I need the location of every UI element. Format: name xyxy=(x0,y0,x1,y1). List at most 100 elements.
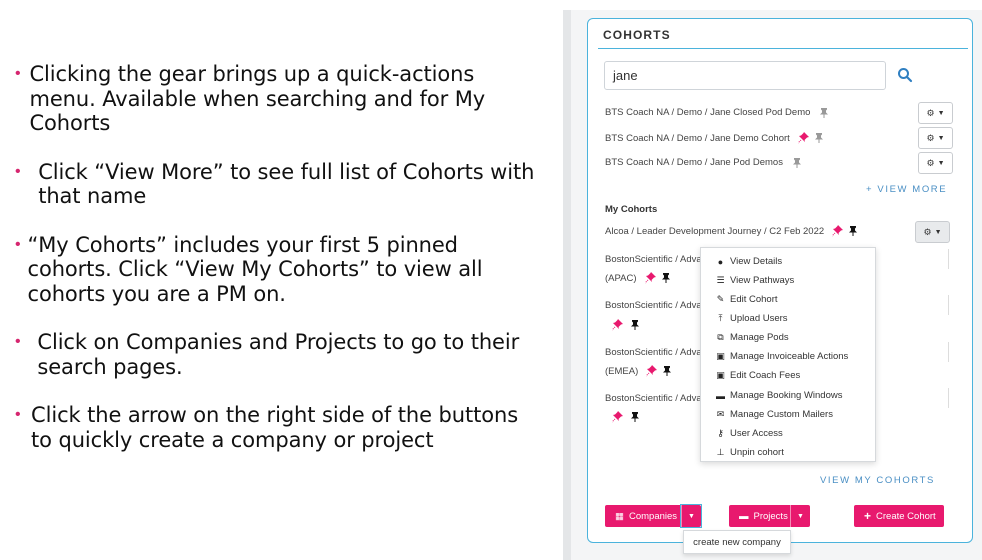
caret-down-icon: ▼ xyxy=(937,109,945,117)
pinned-icon[interactable] xyxy=(663,366,672,376)
view-more-link[interactable]: + VIEW MORE xyxy=(866,184,947,195)
my-cohort-label[interactable]: Alcoa / Leader Development Journey / C2 … xyxy=(605,226,824,237)
menu-item-label[interactable]: Edit Cohort xyxy=(730,294,778,305)
caret-down-icon: ▼ xyxy=(934,228,942,236)
pink-pin-icon[interactable] xyxy=(644,272,656,284)
search-result-row[interactable]: BTS Coach NA / Demo / Jane Closed Pod De… xyxy=(605,107,829,118)
menu-item-label[interactable]: Upload Users xyxy=(730,313,788,324)
caret-down-icon: ▼ xyxy=(937,134,945,142)
key-icon: ⚷ xyxy=(717,428,724,438)
gear-icon: ⚙ xyxy=(926,157,935,168)
search-result-label[interactable]: BTS Coach NA / Demo / Jane Closed Pod De… xyxy=(605,107,810,118)
my-cohort-label[interactable]: BostonScientific / Adva xyxy=(605,393,702,404)
companies-button-label[interactable]: Companies xyxy=(629,511,677,522)
menu-item-edit-coach-fees[interactable]: ▣ Edit Coach Fees xyxy=(715,370,800,381)
projects-dropdown-toggle[interactable]: ▼ xyxy=(790,505,810,527)
menu-item-manage-pods[interactable]: ⧉ Manage Pods xyxy=(715,332,789,343)
gear-icon: ⚙ xyxy=(926,132,935,143)
search-icon[interactable] xyxy=(897,67,913,83)
row-divider xyxy=(948,342,949,362)
pink-pin-icon[interactable] xyxy=(832,225,844,237)
menu-item-view-details[interactable]: ● View Details xyxy=(715,256,782,267)
bullet-dot: • xyxy=(15,406,21,423)
companies-button[interactable]: ▦ Companies ▼ xyxy=(605,504,702,528)
my-cohort-row[interactable]: (APAC) xyxy=(605,272,670,284)
bullet-item: • Clicking the gear brings up a quick-ac… xyxy=(14,62,544,136)
my-cohort-label[interactable]: (EMEA) xyxy=(605,366,638,377)
create-cohort-button-label[interactable]: Create Cohort xyxy=(876,511,936,522)
menu-item-upload-users[interactable]: ⤒ Upload Users xyxy=(715,313,788,324)
menu-item-label[interactable]: Edit Coach Fees xyxy=(730,370,800,381)
create-cohort-button[interactable]: + Create Cohort xyxy=(854,505,944,527)
bullet-item: • “My Cohorts” includes your first 5 pin… xyxy=(14,233,544,307)
menu-item-unpin-cohort[interactable]: ⊥ Unpin cohort xyxy=(715,447,784,458)
panel-title: COHORTS xyxy=(603,28,671,42)
edit-icon: ✎ xyxy=(716,294,725,304)
my-cohort-row[interactable] xyxy=(612,411,639,423)
pink-pin-icon[interactable] xyxy=(646,365,658,377)
pink-pin-icon[interactable] xyxy=(797,132,809,144)
gear-menu-button[interactable]: ⚙ ▼ xyxy=(918,127,953,149)
companies-dropdown-toggle[interactable]: ▼ xyxy=(680,504,702,528)
gear-menu-button[interactable]: ⚙ ▼ xyxy=(918,152,953,174)
bullet-text: Clicking the gear brings up a quick-acti… xyxy=(29,62,486,135)
menu-item-user-access[interactable]: ⚷ User Access xyxy=(715,428,783,439)
menu-item-edit-cohort[interactable]: ✎ Edit Cohort xyxy=(715,294,778,305)
my-cohorts-heading: My Cohorts xyxy=(605,204,658,215)
gear-menu-button[interactable]: ⚙ ▼ xyxy=(918,102,953,124)
bullet-item: • Click on Companies and Projects to go … xyxy=(14,330,544,379)
bullet-dot: • xyxy=(15,162,21,180)
pink-pin-icon[interactable] xyxy=(612,319,623,331)
search-result-row[interactable]: BTS Coach NA / Demo / Jane Demo Cohort xyxy=(605,132,823,144)
menu-item-label[interactable]: Manage Custom Mailers xyxy=(730,409,833,420)
menu-item-label[interactable]: Unpin cohort xyxy=(730,447,784,458)
gear-icon: ⚙ xyxy=(923,226,932,237)
menu-item-manage-booking-windows[interactable]: ▬ Manage Booking Windows xyxy=(715,390,842,401)
calendar-icon: ▬ xyxy=(716,390,725,401)
my-cohort-label[interactable]: BostonScientific / Adva xyxy=(605,300,702,311)
cohorts-panel: COHORTS jane BTS Coach NA / Demo / Jane … xyxy=(587,18,973,543)
pin-icon: ⊥ xyxy=(716,447,725,457)
menu-item-label[interactable]: View Pathways xyxy=(730,275,794,286)
menu-item-label[interactable]: User Access xyxy=(730,428,783,439)
menu-item-label[interactable]: View Details xyxy=(730,256,782,267)
caret-down-icon: ▼ xyxy=(688,512,695,520)
search-result-label[interactable]: BTS Coach NA / Demo / Jane Pod Demos xyxy=(605,157,783,168)
pinned-icon[interactable] xyxy=(849,226,858,236)
my-cohort-row[interactable]: (EMEA) xyxy=(605,365,672,377)
slide-bullets: • Clicking the gear brings up a quick-ac… xyxy=(14,62,544,476)
pin-icon[interactable] xyxy=(792,157,801,168)
my-cohort-label[interactable]: (APAC) xyxy=(605,273,637,284)
view-my-cohorts-link[interactable]: VIEW MY COHORTS xyxy=(820,475,935,486)
cohort-search-input[interactable]: jane xyxy=(604,61,886,90)
my-cohort-label[interactable]: BostonScientific / Adva xyxy=(605,254,702,265)
create-new-company-menu-item[interactable]: create new company xyxy=(683,530,791,554)
search-result-row[interactable]: BTS Coach NA / Demo / Jane Pod Demos xyxy=(605,157,801,168)
menu-item-view-pathways[interactable]: ☰ View Pathways xyxy=(715,275,794,286)
projects-button-label[interactable]: Projects xyxy=(754,511,788,522)
pin-icon[interactable] xyxy=(814,133,823,143)
envelope-icon: ✉ xyxy=(716,409,725,419)
pinned-icon[interactable] xyxy=(661,273,670,283)
menu-item-manage-invoiceable-actions[interactable]: ▣ Manage Invoiceable Actions xyxy=(715,351,848,362)
pinned-icon[interactable] xyxy=(631,320,639,330)
menu-item-label[interactable]: Manage Invoiceable Actions xyxy=(730,351,848,362)
pink-pin-icon[interactable] xyxy=(612,411,623,423)
pinned-icon[interactable] xyxy=(631,412,639,422)
projects-button[interactable]: ▬ Projects ▼ xyxy=(729,505,810,527)
my-cohort-row[interactable] xyxy=(612,319,639,331)
menu-item-label[interactable]: Manage Booking Windows xyxy=(730,390,842,401)
quick-actions-menu: ● View Details ☰ View Pathways ✎ Edit Cohor… xyxy=(700,247,876,462)
my-cohort-label[interactable]: BostonScientific / Adva xyxy=(605,347,702,358)
menu-item-label[interactable]: Manage Pods xyxy=(730,332,789,343)
building-icon: ▦ xyxy=(615,510,624,522)
list-icon: ☰ xyxy=(716,275,725,285)
gear-menu-button-open[interactable]: ⚙ ▼ xyxy=(915,221,950,243)
search-result-label[interactable]: BTS Coach NA / Demo / Jane Demo Cohort xyxy=(605,133,790,144)
bullet-item: • Click the arrow on the right side of t… xyxy=(14,403,544,452)
bullet-dot: • xyxy=(15,65,21,82)
menu-item-manage-custom-mailers[interactable]: ✉ Manage Custom Mailers xyxy=(715,409,833,420)
upload-icon: ⤒ xyxy=(718,313,723,323)
my-cohort-row[interactable]: Alcoa / Leader Development Journey / C2 … xyxy=(605,225,858,237)
pin-icon[interactable] xyxy=(820,107,829,118)
